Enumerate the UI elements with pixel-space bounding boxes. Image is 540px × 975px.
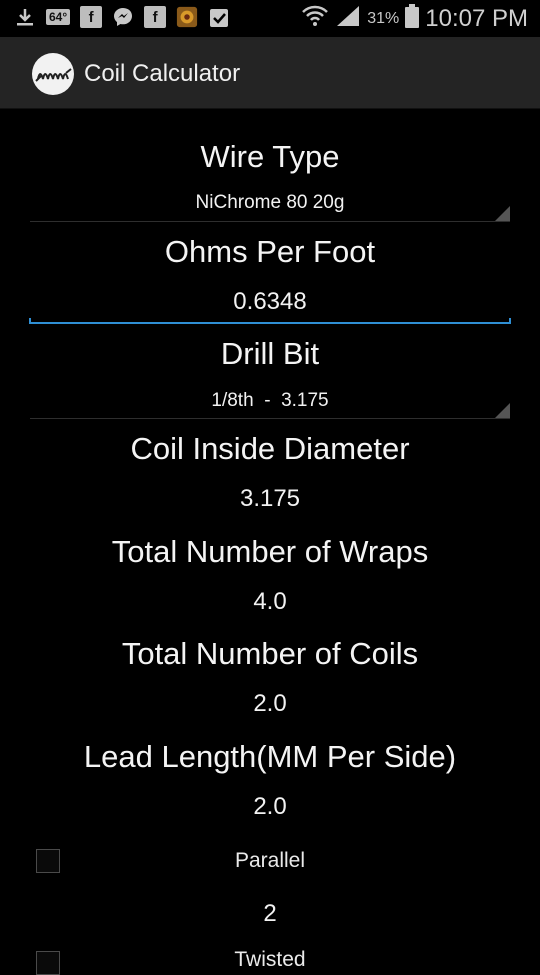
clock: 10:07 PM	[425, 4, 528, 32]
calculator-form: Wire Type NiChrome 80 20g Ohms Per Foot …	[0, 108, 540, 975]
signal-icon	[335, 4, 361, 33]
wifi-icon	[301, 4, 329, 33]
total-wraps-label: Total Number of Wraps	[111, 534, 429, 569]
app-title: Coil Calculator	[84, 60, 241, 87]
temperature-badge: 64°	[46, 9, 71, 25]
input-underline-tick	[509, 318, 511, 324]
status-bar: 64° f f 31% 10:07 PM	[0, 0, 540, 37]
coil-inside-diameter-label: Coil Inside Diameter	[130, 431, 410, 466]
coil-inside-diameter-value: 3.175	[239, 485, 301, 512]
coil-spring-icon[interactable]	[32, 53, 74, 95]
wire-type-label: Wire Type	[200, 139, 340, 174]
input-underline	[29, 322, 511, 324]
drill-bit-label: Drill Bit	[220, 336, 320, 371]
battery-icon	[405, 4, 420, 33]
notification-icons: 64° f f	[14, 6, 230, 28]
facebook-icon: f	[144, 6, 167, 28]
drill-bit-value[interactable]: 1/8th - 3.175	[0, 390, 540, 412]
download-icon	[14, 6, 36, 28]
spinner-arrow-icon	[495, 206, 510, 221]
spinner-arrow-icon	[495, 403, 510, 418]
facebook-icon: f	[80, 6, 103, 28]
lead-length-label: Lead Length(MM Per Side)	[83, 739, 457, 774]
clipboard-check-icon	[208, 6, 230, 28]
system-icons: 31% 10:07 PM	[301, 4, 528, 33]
wire-type-value[interactable]: NiChrome 80 20g	[0, 192, 540, 214]
ohms-per-foot-value[interactable]: 0.6348	[0, 288, 540, 316]
total-coils-label: Total Number of Coils	[121, 636, 419, 671]
ohms-per-foot-label: Ohms Per Foot	[164, 234, 376, 269]
total-wraps-value[interactable]: 4.0	[0, 588, 540, 616]
spinner-divider	[30, 221, 510, 222]
total-coils-value[interactable]: 2.0	[0, 690, 540, 718]
battery-percent: 31%	[367, 9, 400, 27]
game-avatar-icon	[176, 6, 198, 28]
parallel-value[interactable]: 2	[0, 900, 540, 928]
lead-length-value[interactable]: 2.0	[0, 793, 540, 821]
spinner-divider	[30, 418, 510, 419]
parallel-label: Parallel	[234, 849, 306, 872]
twisted-label: Twisted	[234, 948, 306, 971]
action-bar: Coil Calculator	[0, 37, 540, 109]
input-underline-tick	[29, 318, 31, 324]
messenger-icon	[112, 6, 134, 28]
